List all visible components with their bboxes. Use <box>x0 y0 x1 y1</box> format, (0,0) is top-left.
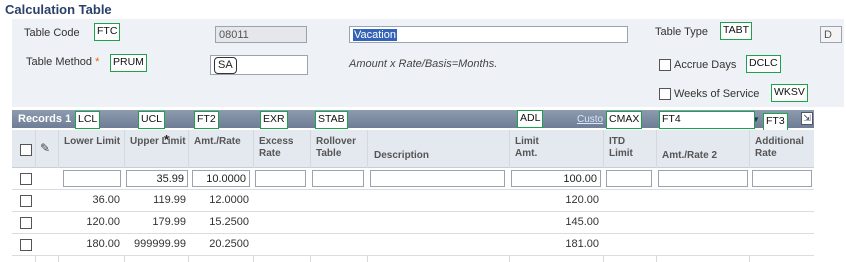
lower-limit-cell: 120.00 <box>86 216 120 228</box>
upper-limit-cell: 119.99 <box>153 194 186 206</box>
col-rollover-table: Rollover Table <box>316 136 357 159</box>
col-excess-rate: Excess Rate <box>259 136 294 159</box>
table-code-label: Table Code <box>24 27 80 39</box>
amt-rate-cell: 15.2500 <box>209 216 249 228</box>
lower-limit-input[interactable] <box>63 170 121 187</box>
description-value: Vacation <box>353 29 397 41</box>
cmax-tag: CMAX <box>606 111 643 129</box>
excess-rate-input[interactable] <box>255 170 306 187</box>
adl-tag: ADL <box>517 110 544 128</box>
accrue-days-tag: DCLC <box>746 55 781 73</box>
description-field[interactable]: Vacation <box>349 26 628 43</box>
lcl-tag: LCL <box>75 111 101 129</box>
col-amt-rate: Amt./Rate <box>194 136 241 147</box>
table-method-tag: PRUM <box>110 54 147 72</box>
ft3-tag: FT3 <box>763 113 788 131</box>
row-checkbox[interactable] <box>20 173 32 185</box>
row-checkbox[interactable] <box>20 195 32 207</box>
required-marker-upper: * <box>164 132 170 147</box>
col-description: Description <box>374 150 430 161</box>
upper-limit-cell: 179.99 <box>152 216 186 228</box>
table-row-input: 35.99 10.0000 100.00 <box>12 168 814 190</box>
lower-limit-cell: 36.00 <box>92 194 120 206</box>
column-header-row: ✎ Lower Limit Upper Limit * Amt./Rate Exc… <box>12 130 814 168</box>
limit-amt-cell: 120.00 <box>565 194 599 206</box>
itd-limit-input[interactable] <box>606 170 652 187</box>
exr-tag: EXR <box>260 111 288 129</box>
records-label: Records 1 <box>18 113 72 125</box>
table-code-tag: FTC <box>94 23 121 41</box>
col-additional-rate: Additional Rate <box>755 136 804 159</box>
limit-amt-cell: 145.00 <box>565 216 599 228</box>
row-checkbox[interactable] <box>20 217 32 229</box>
customize-link[interactable]: Custo <box>577 114 603 125</box>
method-value: SA <box>214 57 237 74</box>
stab-tag: STAB <box>315 111 348 129</box>
select-all-checkbox[interactable] <box>20 144 32 156</box>
ft2-tag: FT2 <box>194 111 219 129</box>
weeks-service-label: Weeks of Service <box>674 88 760 100</box>
table-row: 120.00 179.99 15.2500 145.00 <box>12 212 814 234</box>
download-icon[interactable]: ⇲ <box>801 112 813 125</box>
table-type-label: Table Type <box>655 26 709 38</box>
calculation-form: Table Code FTC 08011 Vacation Table Type… <box>12 19 844 107</box>
amt-rate-cell: 20.2500 <box>209 238 249 250</box>
lower-limit-cell: 180.00 <box>86 238 120 250</box>
table-method-field[interactable]: SA <box>210 55 308 75</box>
upper-limit-cell: 999999.99 <box>134 238 186 250</box>
edit-icon[interactable]: ✎ <box>40 141 50 155</box>
limit-amt-input[interactable]: 100.00 <box>511 170 601 187</box>
col-upper-limit: Upper Limit * <box>130 132 186 147</box>
code-field[interactable]: 08011 <box>215 26 307 43</box>
page-title: Calculation Table <box>5 2 112 17</box>
weeks-service-checkbox[interactable] <box>659 88 671 100</box>
table-type-field[interactable]: D <box>820 26 842 43</box>
col-amt-rate-2: Amt./Rate 2 <box>662 150 718 161</box>
required-marker: * <box>95 56 100 68</box>
table-row: 36.00 119.99 12.0000 120.00 <box>12 190 814 212</box>
rollover-table-input[interactable] <box>312 170 364 187</box>
amt-rate-2-input[interactable] <box>658 170 748 187</box>
additional-rate-input[interactable] <box>752 170 812 187</box>
upper-limit-input[interactable]: 35.99 <box>126 170 188 187</box>
ft4-tag[interactable]: FT4 <box>659 111 755 129</box>
table-method-label: Table Method * <box>26 56 100 68</box>
col-limit-amt: Limit Amt. <box>515 136 539 159</box>
ucl-tag: UCL <box>138 111 166 129</box>
weeks-service-tag: WKSV <box>771 84 808 102</box>
limit-amt-cell: 181.00 <box>565 238 599 250</box>
accrue-days-label: Accrue Days <box>674 59 737 71</box>
table-row: 180.00 999999.99 20.2500 181.00 <box>12 234 814 256</box>
row-checkbox[interactable] <box>20 239 32 251</box>
accrue-days-checkbox[interactable] <box>659 59 671 71</box>
col-itd-limit: ITD Limit <box>609 136 633 159</box>
table-type-tag: TABT <box>720 22 753 40</box>
col-lower-limit: Lower Limit <box>64 136 121 147</box>
formula-text: Amount x Rate/Basis=Months. <box>349 58 498 70</box>
amt-rate-cell: 12.0000 <box>209 194 249 206</box>
description-input[interactable] <box>370 170 505 187</box>
amt-rate-input[interactable]: 10.0000 <box>192 170 250 187</box>
